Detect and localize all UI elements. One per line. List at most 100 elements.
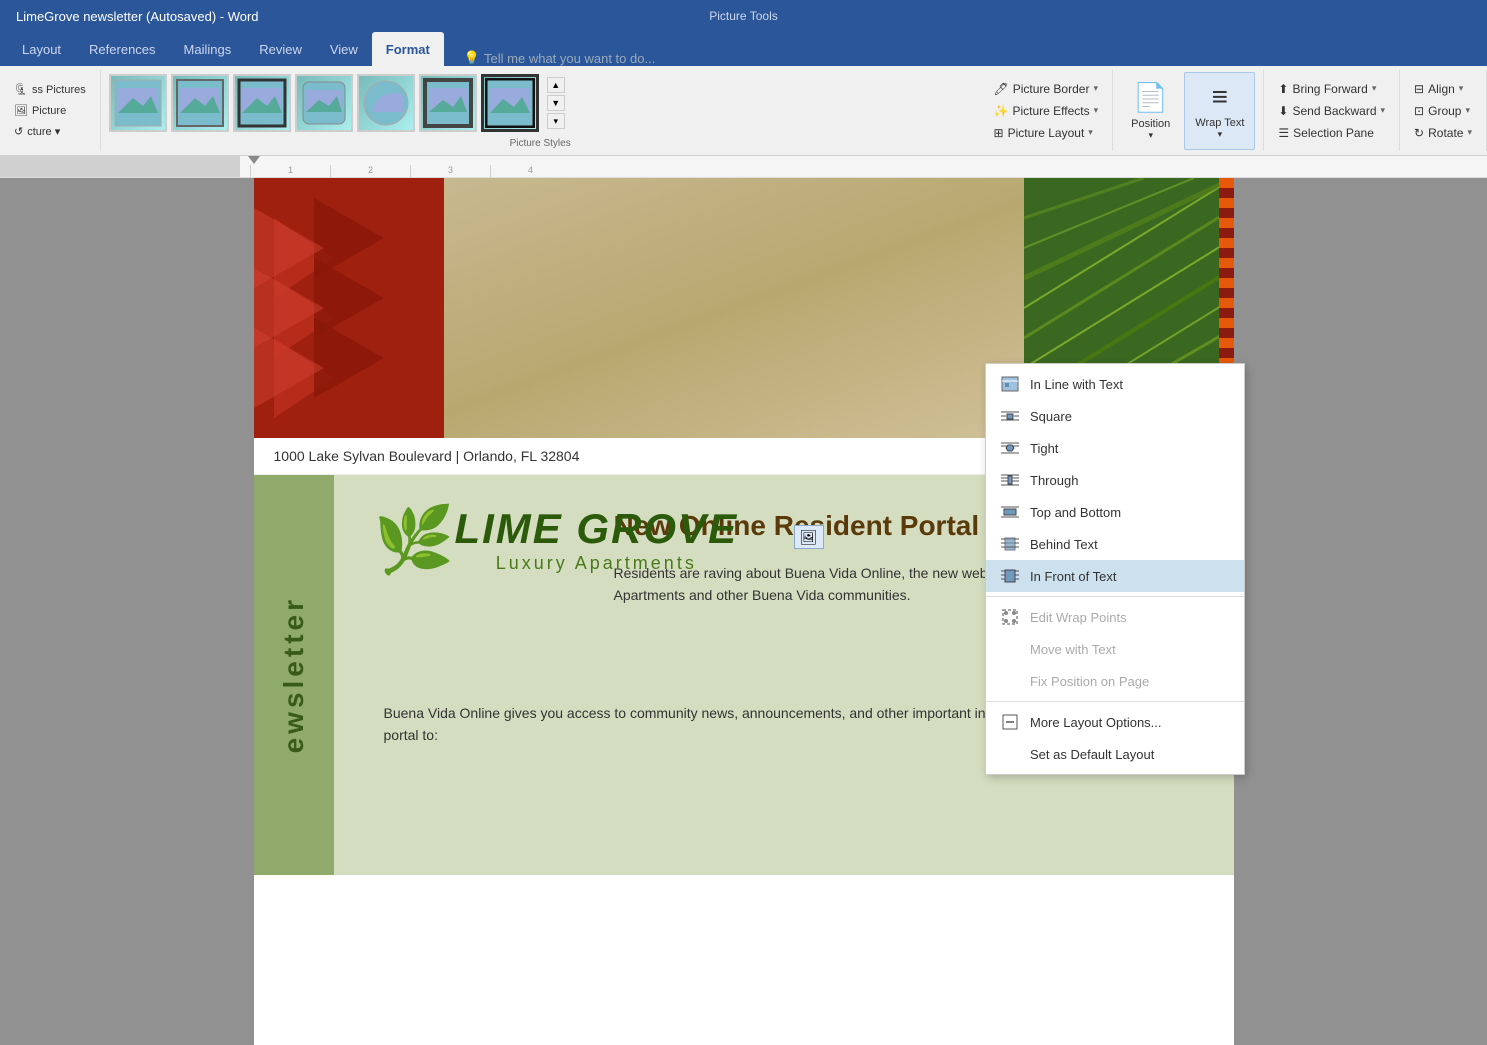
menu-item-tight[interactable]: Tight [986,432,1244,464]
menu-icon-behind [1000,534,1020,554]
style-thumb-5[interactable] [357,74,415,132]
picture-layout-label: Picture Layout [1008,126,1085,140]
group-btn[interactable]: ⊡ Group ▾ [1408,101,1478,121]
menu-item-topbottom[interactable]: Top and Bottom [986,496,1244,528]
style-thumb-1[interactable] [109,74,167,132]
send-backward-btn[interactable]: ⬇ Send Backward ▾ [1272,101,1391,121]
selection-pane-icon: ☰ [1278,126,1289,140]
app-title: LimeGrove newsletter (Autosaved) - Word [16,9,259,24]
style-thumb-4[interactable] [295,74,353,132]
scroll-up-btn[interactable]: ▲ [547,77,565,93]
position-caret: ▾ [1148,130,1153,141]
menu-label-topbottom: Top and Bottom [1030,505,1121,520]
menu-label-movewith: Move with Text [1030,642,1116,657]
ribbon-tabs: Layout References Mailings Review View F… [0,32,1487,66]
tab-references[interactable]: References [75,32,169,66]
lime-grove-logo: 🌿 LIME GROVE Luxury Apartments [374,505,739,574]
menu-label-tight: Tight [1030,441,1058,456]
selection-pane-btn[interactable]: ☰ Selection Pane [1272,123,1391,143]
menu-label-fixpos: Fix Position on Page [1030,674,1149,689]
tab-format[interactable]: Format [372,32,444,66]
send-backward-label: Send Backward [1292,104,1376,118]
logo-lime-grove-text: LIME GROVE [454,505,738,553]
style-thumb-6[interactable] [419,74,477,132]
reset-icon: ↺ [14,125,23,138]
picture-border-btn[interactable]: 🖊 Picture Border ▾ [988,79,1105,99]
compress-icon: 🗜 [14,83,28,96]
tab-mailings[interactable]: Mailings [170,32,246,66]
menu-item-moreopts[interactable]: More Layout Options... [986,706,1244,738]
picture-border-caret: ▾ [1093,83,1098,94]
picture-effects-caret: ▾ [1094,105,1099,116]
ribbon-section-arrange: ⬆ Bring Forward ▾ ⬇ Send Backward ▾ ☰ Se… [1264,70,1400,151]
menu-item-infront[interactable]: In Front of Text [986,560,1244,592]
picture-effects-btn[interactable]: ✨ Picture Effects ▾ [988,101,1105,121]
lightbulb-icon: 💡 [464,50,480,66]
document-area: 1000 Lake Sylvan Boulevard | Orlando, FL… [0,178,1487,1045]
menu-label-infront: In Front of Text [1030,569,1116,584]
menu-icon-movewith [1000,639,1020,659]
menu-item-through[interactable]: Through [986,464,1244,496]
change-picture-icon: 🖼 [14,104,28,117]
menu-icon-moreopts [1000,712,1020,732]
position-icon: 📄 [1133,81,1168,114]
menu-separator-2 [986,701,1244,702]
tell-me-placeholder[interactable]: Tell me what you want to do... [484,51,655,66]
rotate-btn[interactable]: ↻ Rotate ▾ [1408,123,1478,143]
ribbon-section-align: ⊟ Align ▾ ⊡ Group ▾ ↻ Rotate ▾ [1400,70,1487,151]
style-thumb-3[interactable] [233,74,291,132]
wrap-text-btn[interactable]: ≡ Wrap Text ▾ [1184,72,1255,150]
ruler-mark-3: 3 [410,165,490,177]
tab-review[interactable]: Review [245,32,316,66]
align-label: Align [1428,82,1455,96]
wrap-text-dropdown: In Line with Text Square Tight Through Top a… [985,363,1245,775]
ruler: 1 2 3 4 [0,156,1487,178]
ribbon-section-compress: 🗜 ss Pictures 🖼 Picture ↺ cture ▾ [0,70,101,151]
bring-forward-btn[interactable]: ⬆ Bring Forward ▾ [1272,79,1391,99]
picture-layout-icon: ⊞ [994,126,1004,140]
ruler-mark-2: 2 [330,165,410,177]
change-picture-btn[interactable]: 🖼 Picture [8,101,92,120]
menu-icon-editwrap [1000,607,1020,627]
logo-text-block: LIME GROVE Luxury Apartments [454,505,738,574]
menu-item-behind[interactable]: Behind Text [986,528,1244,560]
address-text: 1000 Lake Sylvan Boulevard | Orlando, FL… [274,448,580,464]
logo-luxury-text: Luxury Apartments [454,553,738,574]
menu-item-square[interactable]: Square [986,400,1244,432]
style-thumb-7[interactable] [481,74,539,132]
chevron-svg [254,178,444,438]
compress-pictures-btn[interactable]: 🗜 ss Pictures [8,80,92,99]
align-btn[interactable]: ⊟ Align ▾ [1408,79,1478,99]
logo-leaf-icon: 🌿 [374,507,455,572]
ruler-mark-4: 4 [490,165,570,177]
menu-label-square: Square [1030,409,1072,424]
menu-item-editwrap: Edit Wrap Points [986,601,1244,633]
picture-tools-label: Picture Tools [709,9,777,23]
tab-view[interactable]: View [316,32,372,66]
wrap-text-floating-btn[interactable]: 🖼 [794,525,824,549]
picture-styles-section: ▲ ▼ ▾ Picture Styles [101,70,980,151]
menu-label-setdefault: Set as Default Layout [1030,747,1154,762]
more-styles-btn[interactable]: ▾ [547,113,565,129]
newsletter-sidebar: ewsletter [254,475,334,875]
menu-label-through: Through [1030,473,1078,488]
ruler-mark-1: 1 [250,165,330,177]
send-backward-icon: ⬇ [1278,104,1288,118]
ruler-marks: 1 2 3 4 [250,156,570,177]
position-btn[interactable]: 📄 Position ▾ [1121,72,1180,150]
picture-layout-btn[interactable]: ⊞ Picture Layout ▾ [988,123,1105,143]
menu-label-inline: In Line with Text [1030,377,1123,392]
picture-layout-caret: ▾ [1088,127,1093,138]
scroll-down-btn[interactable]: ▼ [547,95,565,111]
menu-item-setdefault[interactable]: Set as Default Layout [986,738,1244,770]
picture-border-icon: 🖊 [994,82,1009,96]
reset-picture-btn[interactable]: ↺ cture ▾ [8,122,92,141]
picture-effects-icon: ✨ [994,104,1009,118]
menu-icon-inline [1000,374,1020,394]
menu-icon-through [1000,470,1020,490]
tab-layout[interactable]: Layout [8,32,75,66]
style-thumb-2[interactable] [171,74,229,132]
menu-item-inline[interactable]: In Line with Text [986,368,1244,400]
ribbon: 🗜 ss Pictures 🖼 Picture ↺ cture ▾ [0,66,1487,156]
selection-pane-label: Selection Pane [1293,126,1374,140]
